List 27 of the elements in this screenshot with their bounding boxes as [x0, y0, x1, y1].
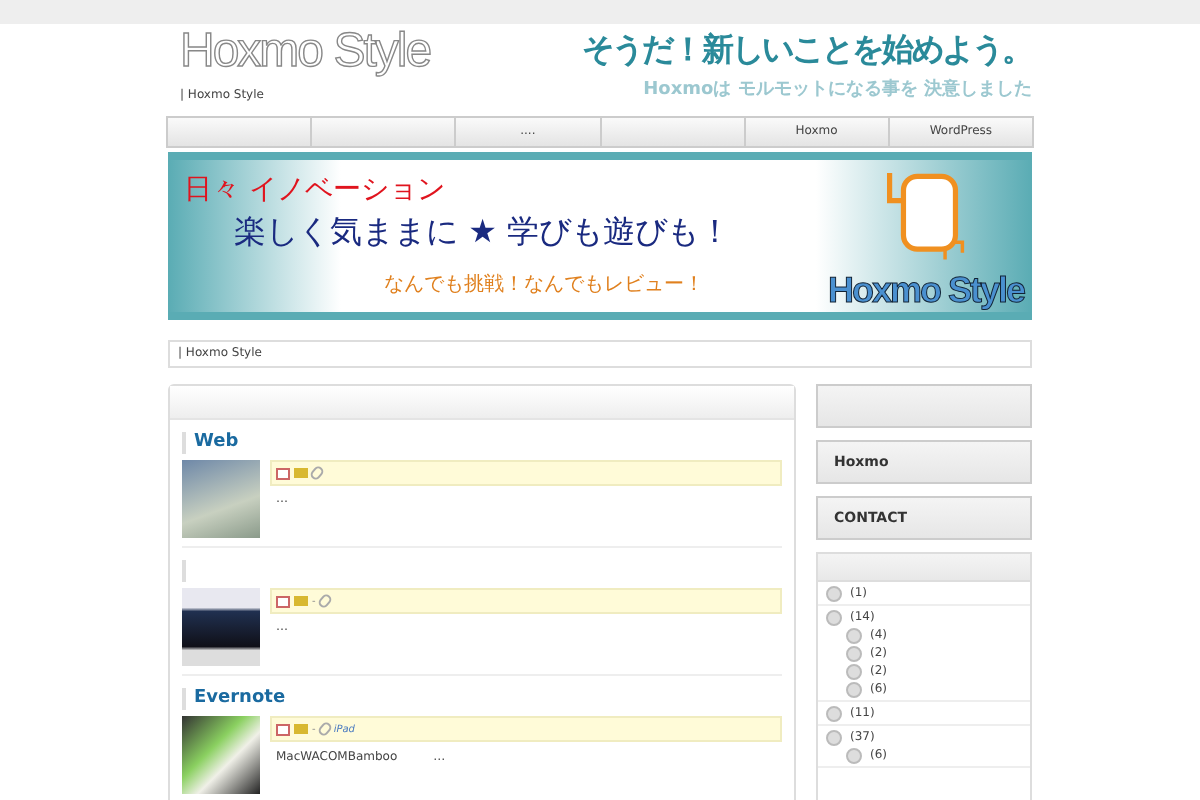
photo-placeholder[interactable]	[182, 716, 260, 794]
post-title[interactable]: Web	[182, 432, 782, 454]
banner-slogan: 楽しく気ままに ★ 学びも遊びも！	[234, 212, 732, 254]
bullet-icon	[846, 747, 862, 763]
sidebar-link[interactable]	[816, 384, 1032, 428]
photo-placeholder[interactable]	[182, 588, 260, 666]
calendar-icon	[276, 467, 290, 479]
nav-item[interactable]	[166, 118, 313, 146]
banner-heading: 日々 イノベーション	[184, 172, 447, 208]
bullet-icon	[826, 609, 842, 625]
folder-icon	[294, 724, 308, 734]
paperclip-icon	[316, 592, 333, 610]
post-title[interactable]: Evernote	[182, 688, 782, 710]
site-logo[interactable]: Hoxmo Style	[180, 24, 431, 80]
bullet-icon	[826, 705, 842, 721]
calendar-icon	[276, 595, 290, 607]
bullet-icon	[826, 585, 842, 601]
tagline: そうだ！新しいことを始めよう。	[582, 28, 1032, 72]
folder-icon	[294, 468, 308, 478]
tagline-sub: Hoxmoは モルモットになる事を 決意しました	[643, 76, 1032, 102]
bullet-icon	[826, 729, 842, 745]
calendar-icon	[276, 723, 290, 735]
banner-tagline: なんでも挑戦！なんでもレビュー！	[384, 271, 706, 298]
paperclip-icon	[316, 720, 333, 738]
folder-icon	[294, 596, 308, 606]
banner-logo: Hoxmo Style	[827, 270, 1024, 312]
paperclip-icon	[308, 464, 326, 482]
